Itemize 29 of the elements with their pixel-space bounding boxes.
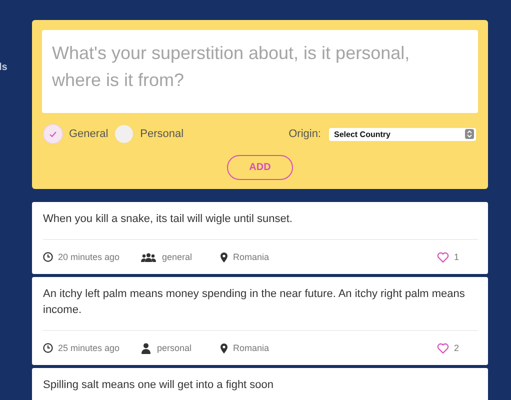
checkmark-icon <box>49 130 57 138</box>
location-pin-icon <box>220 342 228 354</box>
clock-icon <box>43 343 53 353</box>
post-country: Romania <box>233 343 270 353</box>
heart-icon[interactable] <box>436 252 449 262</box>
radio-button[interactable] <box>44 125 62 143</box>
location-pin-icon <box>220 252 228 262</box>
post-text: An itchy left palm means money spending in the near future. An itchy right palm means income. <box>43 286 478 331</box>
post-category: personal <box>157 343 192 353</box>
origin-label: Origin: <box>288 128 321 140</box>
radio-label: Personal <box>140 128 184 140</box>
group-icon <box>141 252 156 262</box>
superstition-field[interactable]: What's your superstition about, is it personal, where is it from? <box>42 30 478 113</box>
post-text: Spilling salt means one will get into a fight soon <box>43 377 478 400</box>
post-country: Romania <box>233 252 270 262</box>
stepper-icon <box>465 129 474 139</box>
radio-label: General <box>69 128 108 140</box>
sidebar-text: ls <box>0 62 8 73</box>
like-count: 2 <box>454 343 459 353</box>
post-category: general <box>162 252 192 262</box>
country-select[interactable]: Select Country <box>329 128 476 140</box>
radio-button[interactable] <box>115 125 134 143</box>
heart-icon[interactable] <box>436 342 449 354</box>
clock-icon <box>43 252 53 262</box>
post-text: When you kill a snake, its tail will wigle until sunset. <box>43 211 478 240</box>
post-time: 25 minutes ago <box>58 343 121 353</box>
person-icon <box>141 342 151 354</box>
like-count: 1 <box>454 252 459 262</box>
post-time: 20 minutes ago <box>58 252 121 262</box>
